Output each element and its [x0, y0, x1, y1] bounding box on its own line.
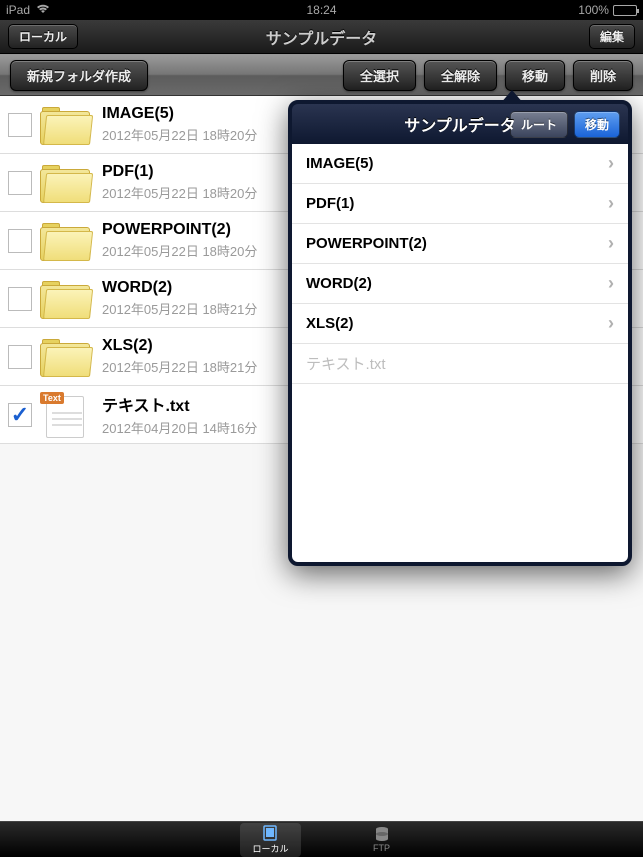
edit-button[interactable]: 編集: [589, 24, 635, 49]
status-bar: iPad 18:24 100%: [0, 0, 643, 20]
checkbox[interactable]: [8, 345, 32, 369]
popover-move-button[interactable]: 移動: [574, 111, 620, 138]
nav-bar: ローカル サンプルデータ 編集: [0, 20, 643, 54]
popover-item-label: IMAGE(5): [306, 155, 374, 172]
popover-item: テキスト.txt: [292, 344, 628, 384]
popover-root-button[interactable]: ルート: [510, 111, 568, 138]
popover-item[interactable]: XLS(2) ›: [292, 304, 628, 344]
device-icon: [261, 825, 279, 841]
page-title: サンプルデータ: [0, 25, 643, 49]
status-time: 18:24: [216, 3, 426, 17]
popover-item-label: WORD(2): [306, 275, 372, 292]
chevron-right-icon: ›: [608, 193, 614, 214]
wifi-icon: [36, 3, 50, 17]
popover-list: IMAGE(5)›PDF(1)›POWERPOINT(2)›WORD(2)›XL…: [292, 144, 628, 562]
checkbox[interactable]: [8, 171, 32, 195]
delete-button[interactable]: 削除: [573, 60, 633, 91]
tab-label: ローカル: [252, 842, 288, 855]
popover-arrow: [500, 90, 524, 104]
tab-ftp[interactable]: FTP: [361, 824, 403, 855]
move-popover: サンプルデータ ルート 移動 IMAGE(5)›PDF(1)›POWERPOIN…: [288, 100, 632, 566]
new-folder-button[interactable]: 新規フォルダ作成: [10, 60, 148, 91]
server-icon: [373, 826, 391, 842]
popover-header: サンプルデータ ルート 移動: [292, 104, 628, 144]
folder-icon: [40, 163, 90, 203]
battery-icon: [613, 5, 637, 16]
chevron-right-icon: ›: [608, 273, 614, 294]
deselect-all-button[interactable]: 全解除: [424, 60, 497, 91]
popover-item[interactable]: IMAGE(5) ›: [292, 144, 628, 184]
popover-item[interactable]: PDF(1) ›: [292, 184, 628, 224]
chevron-right-icon: ›: [608, 233, 614, 254]
back-button[interactable]: ローカル: [8, 24, 78, 49]
popover-item-label: PDF(1): [306, 195, 354, 212]
tab-label: FTP: [373, 843, 390, 853]
checkbox[interactable]: [8, 229, 32, 253]
select-all-button[interactable]: 全選択: [343, 60, 416, 91]
chevron-right-icon: ›: [608, 153, 614, 174]
popover-item-label: XLS(2): [306, 315, 354, 332]
popover-item[interactable]: POWERPOINT(2) ›: [292, 224, 628, 264]
folder-icon: [40, 337, 90, 377]
tab-local[interactable]: ローカル: [240, 823, 300, 857]
move-button[interactable]: 移動: [505, 60, 565, 91]
tab-bar: ローカル FTP: [0, 821, 643, 857]
toolbar: 新規フォルダ作成 全選択 全解除 移動 削除: [0, 54, 643, 96]
checkbox[interactable]: [8, 403, 32, 427]
chevron-right-icon: ›: [608, 313, 614, 334]
popover-item[interactable]: WORD(2) ›: [292, 264, 628, 304]
battery-percent: 100%: [578, 3, 609, 17]
folder-icon: [40, 221, 90, 261]
popover-item-label: テキスト.txt: [306, 353, 386, 374]
text-file-icon: Text: [40, 392, 90, 438]
checkbox[interactable]: [8, 113, 32, 137]
folder-icon: [40, 105, 90, 145]
folder-icon: [40, 279, 90, 319]
popover-item-label: POWERPOINT(2): [306, 235, 427, 252]
device-label: iPad: [6, 3, 30, 17]
checkbox[interactable]: [8, 287, 32, 311]
